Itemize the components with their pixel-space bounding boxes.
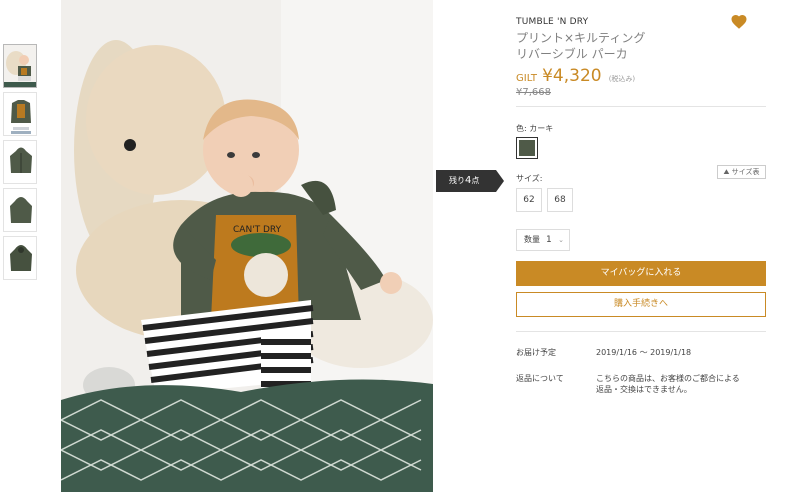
returns-value: こちらの商品は、お客様のご都合による返品・交換はできません。 xyxy=(596,374,740,394)
product-page: CAN'T DRY 残り4点 TUMBLE 'N DRY プリント×キルティング… xyxy=(0,0,800,498)
product-name-line2: リバーシブル パーカ xyxy=(516,47,628,61)
product-photo: CAN'T DRY xyxy=(61,0,433,492)
returns-label: 返品について xyxy=(516,374,564,383)
thumbnail-4[interactable] xyxy=(3,188,37,232)
divider xyxy=(516,106,766,107)
delivery-label: お届け予定 xyxy=(516,348,556,357)
gilt-label: GILT xyxy=(516,73,538,84)
quantity-select[interactable]: 数量 1 ⌄ xyxy=(516,229,570,251)
thumbnail-list xyxy=(3,44,39,284)
thumbnail-image xyxy=(4,189,36,231)
favorite-heart-icon[interactable] xyxy=(730,13,748,31)
svg-text:CAN'T DRY: CAN'T DRY xyxy=(233,225,282,235)
sale-price: ¥4,320 xyxy=(542,66,602,86)
divider xyxy=(516,331,766,332)
thumbnail-5[interactable] xyxy=(3,236,37,280)
thumbnail-3[interactable] xyxy=(3,140,37,184)
size-chart-label: サイズ表 xyxy=(731,168,760,176)
add-to-bag-button[interactable]: マイバッグに入れる xyxy=(516,261,766,286)
thumbnail-image xyxy=(4,141,36,183)
tax-note: (税込み) xyxy=(608,75,636,83)
size-label: サイズ: xyxy=(516,174,543,183)
checkout-button[interactable]: 購入手続きへ xyxy=(516,292,766,317)
product-name: プリント×キルティング リバーシブル パーカ xyxy=(516,30,645,62)
size-option-68[interactable]: 68 xyxy=(547,188,573,212)
size-chart-link[interactable]: ⛰ サイズ表 xyxy=(717,165,766,179)
thumbnail-1[interactable] xyxy=(3,44,37,88)
original-price: ¥7,668 xyxy=(516,87,551,98)
main-product-image[interactable]: CAN'T DRY xyxy=(61,0,433,492)
quantity-label: 数量 xyxy=(524,235,540,244)
size-option-62[interactable]: 62 xyxy=(516,188,542,212)
price-line: GILT ¥4,320 (税込み) xyxy=(516,66,635,86)
stock-suffix: 点 xyxy=(471,176,480,185)
select-arrow-icon: ⌄ xyxy=(558,236,564,244)
product-name-line1: プリント×キルティング xyxy=(516,31,646,45)
swatch-fill xyxy=(519,140,535,156)
quantity-value: 1 xyxy=(546,235,552,245)
heart-icon xyxy=(731,14,747,29)
thumbnail-image xyxy=(4,93,36,135)
delivery-value: 2019/1/16 〜 2019/1/18 xyxy=(596,348,692,357)
thumbnail-image xyxy=(4,237,36,279)
color-label: 色: カーキ xyxy=(516,124,554,133)
size-chart-icon: ⛰ xyxy=(723,168,730,176)
thumbnail-2[interactable] xyxy=(3,92,37,136)
stock-remaining-tag: 残り4点 xyxy=(436,170,504,192)
brand-name[interactable]: TUMBLE 'N DRY xyxy=(516,17,588,27)
thumbnail-image xyxy=(4,45,36,87)
stock-prefix: 残り xyxy=(449,176,465,185)
color-swatch-khaki[interactable] xyxy=(516,137,538,159)
